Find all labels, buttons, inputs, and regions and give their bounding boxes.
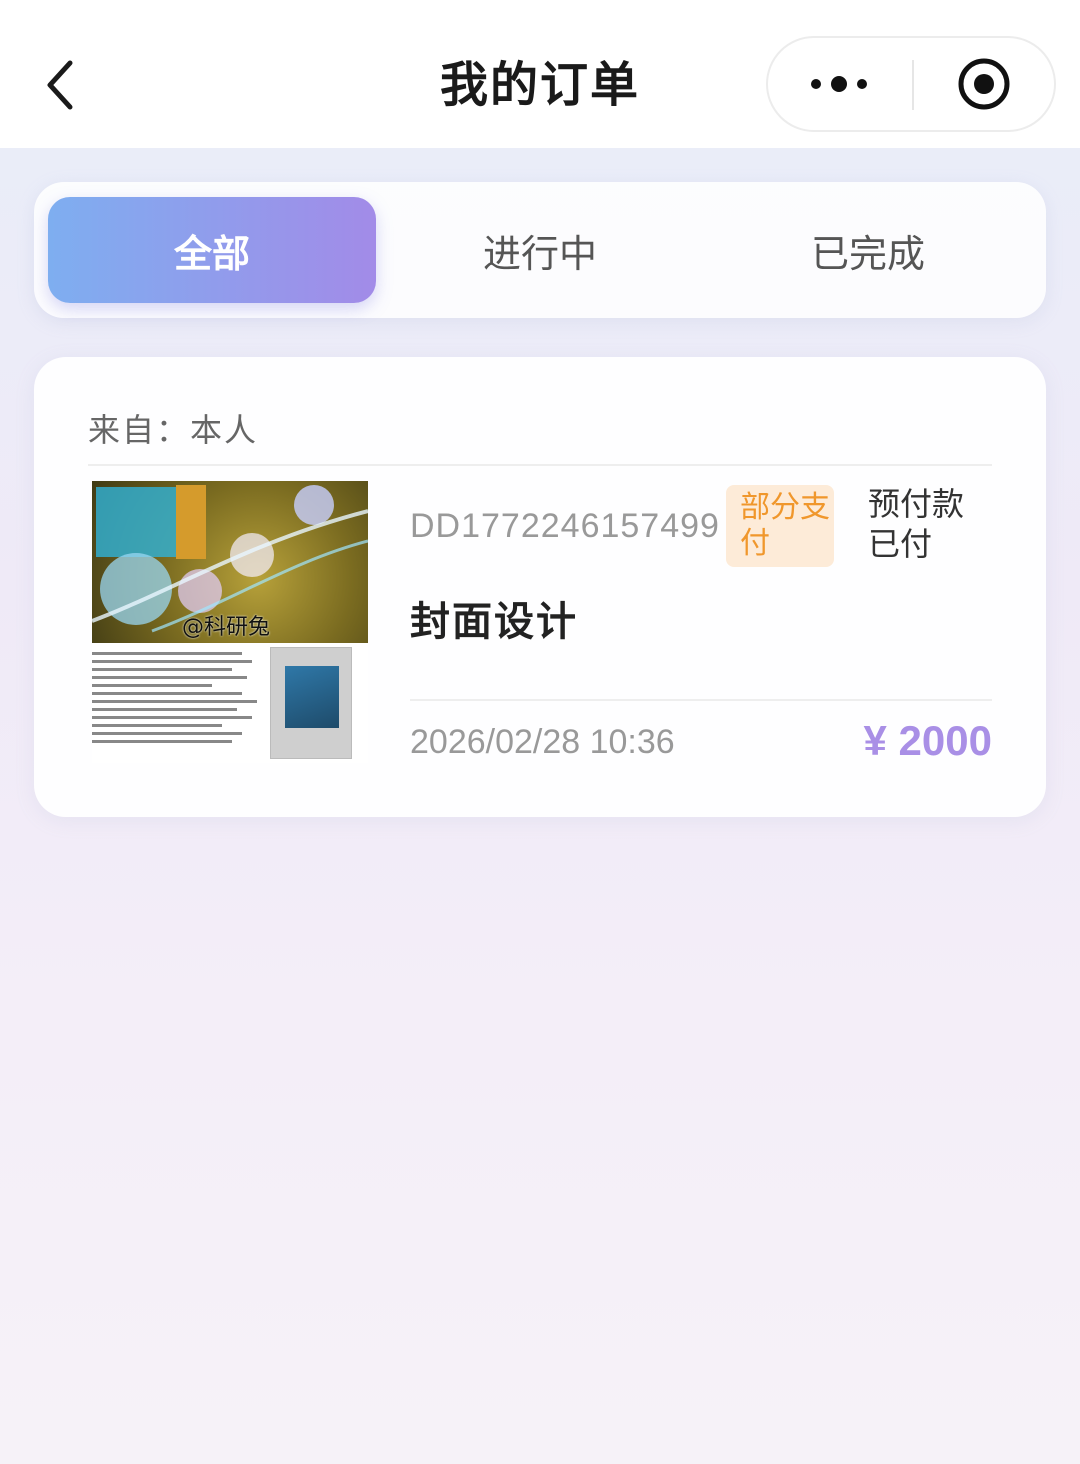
chevron-left-icon (47, 60, 73, 110)
tab-in-progress[interactable]: 进行中 (376, 197, 704, 303)
more-dots-icon (811, 76, 867, 92)
order-filter-tabs: 全部 进行中 已完成 (34, 182, 1046, 318)
product-thumbnail[interactable]: @科研兔 (92, 481, 368, 763)
divider (410, 699, 992, 701)
order-number: DD1772246157499 (410, 507, 720, 545)
cover-text-lines (92, 647, 262, 757)
navigation-bar: 我的订单 (0, 0, 1080, 148)
tab-completed[interactable]: 已完成 (704, 197, 1032, 303)
status-badge: 部分支付 (726, 485, 834, 567)
journal-cover-image (270, 647, 352, 759)
target-circle-icon (958, 58, 1010, 110)
more-button[interactable] (768, 38, 912, 130)
thumbnail-watermark: @科研兔 (182, 615, 271, 640)
order-card[interactable]: 来自：本人 @科研兔 DD1772246157499 部分支付 预付款已付 封面… (34, 357, 1046, 817)
page-title: 我的订单 (439, 57, 640, 113)
close-button[interactable] (914, 38, 1054, 130)
mini-program-capsule (766, 36, 1056, 132)
divider (88, 464, 992, 466)
back-button[interactable] (30, 50, 90, 120)
product-name: 封面设计 (410, 599, 578, 645)
tab-all[interactable]: 全部 (48, 197, 376, 303)
order-source: 来自：本人 (88, 411, 259, 449)
order-price: ¥ 2000 (863, 717, 992, 764)
order-time: 2026/02/28 10:36 (410, 723, 675, 761)
payment-status: 预付款已付 (868, 485, 965, 563)
